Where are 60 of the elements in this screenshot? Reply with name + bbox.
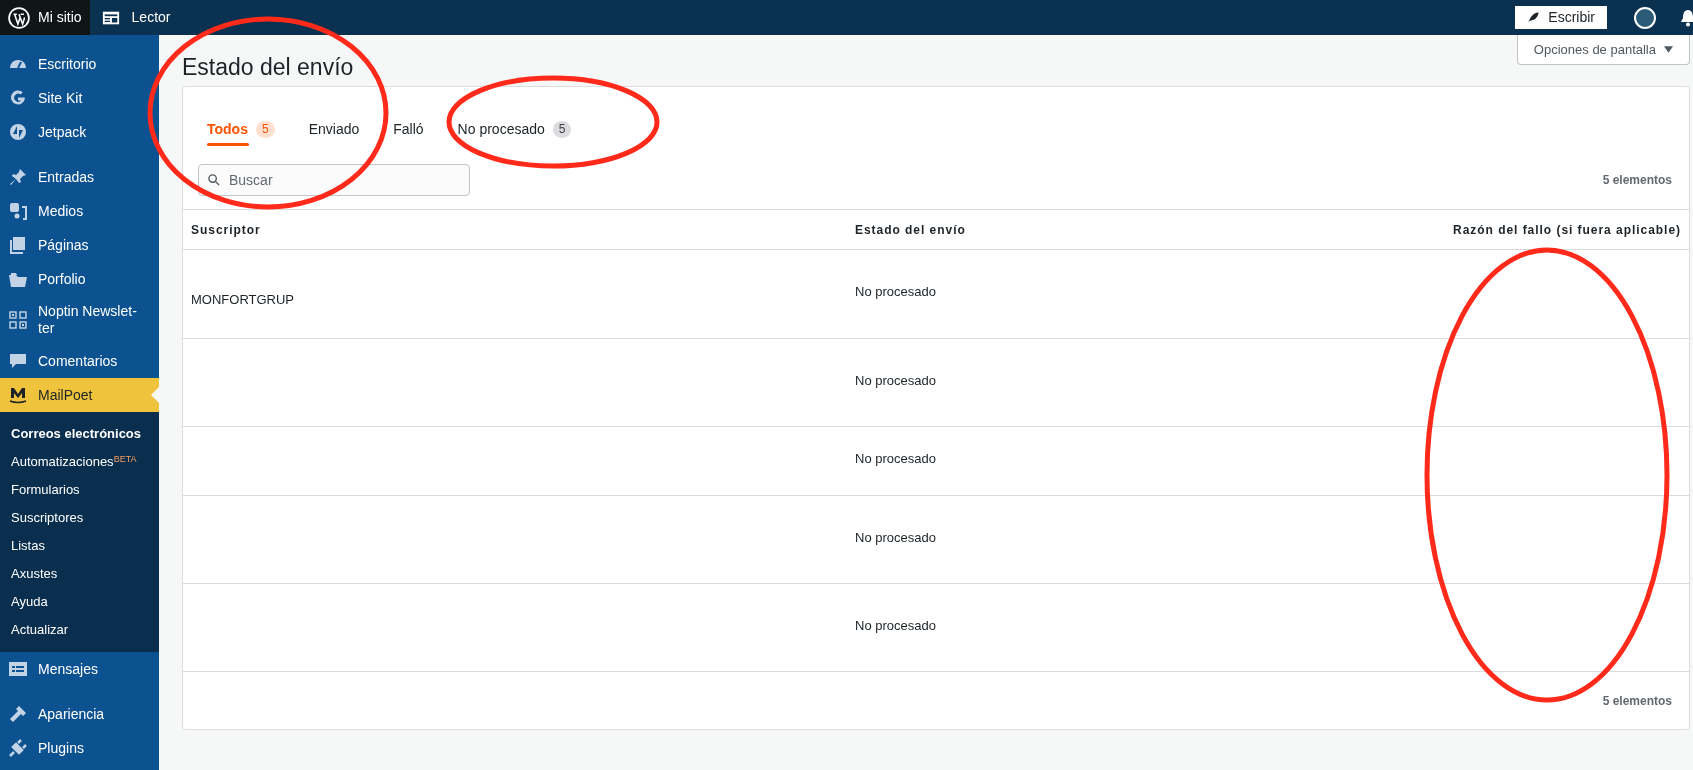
submenu-item[interactable]: Listas	[0, 532, 159, 560]
pushpin-icon	[8, 167, 28, 187]
column-header[interactable]: Razón del fallo (si fuera aplicable)	[1453, 220, 1681, 239]
table-cell: No procesado	[855, 617, 936, 633]
sidebar-item[interactable]: Apariencia	[0, 697, 159, 731]
bell-icon	[1680, 8, 1693, 27]
submenu-item[interactable]: Ayuda	[0, 588, 159, 616]
sidebar-item[interactable]: MailPoet	[0, 378, 159, 412]
table-cell: No procesado	[855, 451, 936, 466]
message-list-icon	[8, 659, 28, 679]
table-cell: No procesado	[855, 284, 936, 299]
sidebar-item[interactable]: Plugins	[0, 731, 159, 765]
media-icon	[8, 201, 28, 221]
submenu-item[interactable]: Actualizar	[0, 616, 159, 644]
filter-tab[interactable]: Falló	[393, 111, 424, 147]
filter-tab[interactable]: No procesado 5	[457, 111, 572, 147]
sidebar-item[interactable]: Porfolio	[0, 262, 159, 296]
grid-icon	[8, 310, 28, 330]
item-count: 5 elementos	[1602, 692, 1672, 710]
sidebar-item[interactable]: Noptin Newslet-ter	[0, 296, 159, 344]
search-field[interactable]: Buscar	[198, 164, 470, 196]
filter-tab[interactable]: Enviado	[308, 111, 360, 147]
paintbrush-icon	[8, 704, 28, 724]
sidebar-item[interactable]: Site Kit	[0, 81, 159, 115]
bolt-circle-icon	[8, 122, 28, 142]
submenu-item[interactable]: Suscriptores	[0, 504, 159, 532]
page-title: Estado del envío	[182, 53, 354, 82]
submenu-item[interactable]: Formularios	[0, 476, 159, 504]
menu-pointer-icon	[151, 387, 159, 403]
reader-link[interactable]: Lector	[89, 0, 183, 35]
sidebar-item[interactable]: Páginas	[0, 228, 159, 262]
count-badge: 5	[255, 120, 275, 138]
sidebar-item[interactable]: Jetpack	[0, 115, 159, 149]
newspaper-icon	[101, 9, 120, 26]
table-cell: MONFORTGRUP	[191, 292, 295, 307]
feather-icon	[1527, 11, 1541, 24]
plug-icon	[8, 738, 28, 758]
write-button[interactable]: Escribir	[1515, 6, 1607, 29]
sidebar-item[interactable]: Comentarios	[0, 344, 159, 378]
screen-options-button[interactable]: Opciones de pantalla	[1516, 35, 1690, 65]
submenu-item[interactable]: Correos electrónicos	[0, 420, 159, 448]
pages-icon	[8, 235, 28, 255]
submenu-item[interactable]: Axustes	[0, 560, 159, 588]
item-count: 5 elementos	[1602, 172, 1672, 189]
speech-bubble-icon	[8, 351, 28, 371]
sidebar-item[interactable]: Escritorio	[0, 47, 159, 81]
sidebar-item[interactable]: Entradas	[0, 160, 159, 194]
caret-down-icon	[1664, 46, 1673, 53]
sidebar-item[interactable]: Medios	[0, 194, 159, 228]
sidebar-item[interactable]: Mensajes	[0, 652, 159, 686]
table-cell: No procesado	[855, 372, 936, 388]
avatar[interactable]	[1634, 6, 1656, 29]
table-cell: No procesado	[855, 529, 936, 545]
column-header[interactable]: Suscriptor	[191, 220, 855, 239]
letter-m-icon	[8, 385, 28, 405]
count-badge: 5	[552, 120, 572, 138]
wordpress-logo-icon	[8, 6, 30, 29]
submenu-item[interactable]: Automatizaciones$^{BETA}$	[0, 448, 159, 476]
site-link[interactable]: Mi sitio	[0, 0, 90, 35]
column-header[interactable]: Estado del envío	[855, 220, 1454, 239]
